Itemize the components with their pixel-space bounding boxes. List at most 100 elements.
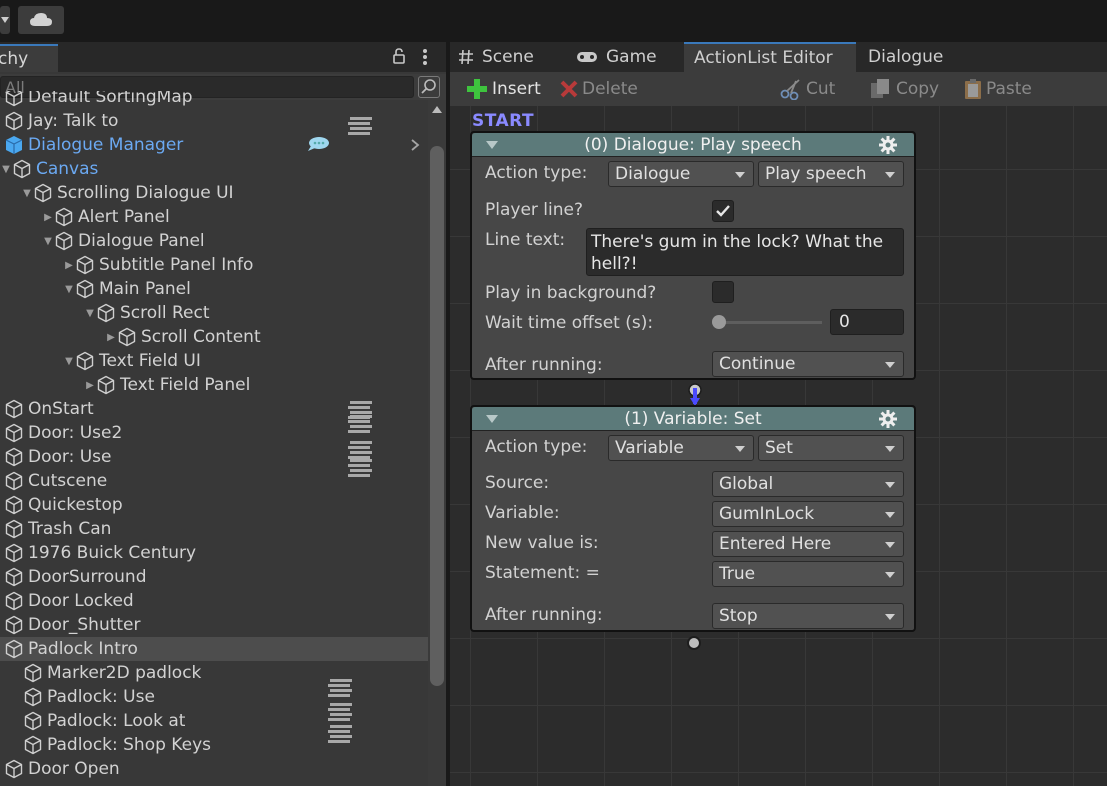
hierarchy-item[interactable]: ▼ Scrolling Dialogue UI — [0, 181, 428, 205]
wait-time-slider-track[interactable] — [718, 321, 822, 324]
delete-button[interactable]: Delete — [560, 76, 638, 102]
hierarchy-item[interactable]: ▼ Scroll Rect — [0, 301, 428, 325]
hierarchy-item[interactable]: Padlock: Shop Keys — [0, 725, 428, 757]
hierarchy-item[interactable]: Marker2D padlock — [0, 661, 428, 685]
gameobject-cube-icon — [4, 589, 24, 613]
hierarchy-item[interactable]: Padlock Intro — [0, 637, 428, 661]
hierarchy-item[interactable]: ▼ Canvas — [0, 157, 428, 181]
action-type-action-dropdown[interactable]: Set — [758, 435, 904, 461]
expand-arrow-down-icon[interactable]: ▼ — [42, 229, 54, 253]
copy-button[interactable]: Copy — [870, 76, 939, 102]
plus-icon — [466, 78, 488, 100]
tab-game[interactable]: Game — [576, 42, 682, 72]
hierarchy-item[interactable]: ▶ Text Field Panel — [0, 373, 428, 397]
hierarchy-item[interactable]: ▼ Main Panel — [0, 277, 428, 301]
paste-button[interactable]: Paste — [964, 76, 1032, 102]
hierarchy-item[interactable]: 1976 Buick Century — [0, 541, 428, 565]
actionlist-badge-icon — [348, 415, 374, 433]
hierarchy-item[interactable]: Trash Can — [0, 517, 428, 541]
player-line-label: Player line? — [485, 200, 584, 220]
hierarchy-item[interactable]: DoorSurround — [0, 565, 428, 589]
expand-arrow-down-icon[interactable]: ▼ — [84, 301, 96, 325]
gear-icon[interactable] — [878, 135, 898, 162]
hierarchy-item[interactable]: ▼ Text Field UI — [0, 349, 428, 373]
hierarchy-item-label: Door Open — [28, 759, 120, 779]
expand-arrow-down-icon[interactable]: ▼ — [63, 349, 75, 373]
statement-dropdown[interactable]: True — [712, 561, 904, 587]
hierarchy-scrollbar[interactable] — [428, 100, 446, 786]
gameobject-cube-icon — [96, 301, 116, 325]
hierarchy-item-label: Default SortingMap — [28, 91, 193, 107]
x-icon — [560, 80, 578, 98]
line-text-input[interactable]: There's gum in the lock? What the hell?! — [586, 228, 904, 276]
hierarchy-item[interactable]: ▶ Scroll Content — [0, 325, 428, 349]
expand-arrow-right-icon[interactable]: ▶ — [105, 325, 117, 349]
action-type-category-dropdown[interactable]: Dialogue — [608, 161, 754, 187]
node-header[interactable]: (1) Variable: Set — [472, 407, 914, 431]
expand-arrow-down-icon[interactable]: ▼ — [0, 157, 12, 181]
gameobject-cube-icon — [75, 349, 95, 373]
variable-dropdown[interactable]: GumInLock — [712, 501, 904, 527]
play-in-background-checkbox[interactable] — [712, 281, 734, 303]
hierarchy-item[interactable]: Padlock: Use — [0, 679, 428, 709]
layout-dropdown-button[interactable] — [0, 6, 10, 34]
gear-icon[interactable] — [878, 409, 898, 436]
source-dropdown[interactable]: Global — [712, 471, 904, 497]
hierarchy-item[interactable]: Dialogue Manager — [0, 133, 428, 157]
action-node-variable[interactable]: (1) Variable: Set Action type: Variable … — [470, 405, 916, 632]
hierarchy-item-label: Padlock: Shop Keys — [47, 735, 211, 755]
expand-arrow-right-icon[interactable]: ▶ — [42, 205, 54, 229]
tab-scene[interactable]: Scene — [458, 42, 576, 72]
scroll-thumb[interactable] — [430, 146, 444, 686]
action-type-category-dropdown[interactable]: Variable — [608, 435, 754, 461]
hierarchy-item-label: Padlock: Use — [47, 687, 155, 707]
expand-arrow-down-icon[interactable]: ▼ — [63, 277, 75, 301]
node-output-socket[interactable] — [687, 636, 701, 650]
action-node-dialogue[interactable]: (0) Dialogue: Play speech Action type: D… — [470, 131, 916, 380]
gameobject-cube-icon — [4, 541, 24, 565]
hierarchy-item-label: Dialogue Panel — [78, 231, 205, 251]
hierarchy-item[interactable]: Door_Shutter — [0, 613, 428, 637]
hierarchy-item[interactable]: ▶ Subtitle Panel Info — [0, 253, 428, 277]
actionlist-editor-panel: Scene Game ActionList Editor Dialogue In… — [450, 42, 1107, 786]
cut-button[interactable]: Cut — [780, 76, 835, 102]
cloud-button[interactable] — [18, 6, 64, 34]
after-running-dropdown[interactable]: Continue — [712, 351, 904, 377]
actionlist-badge-icon — [328, 725, 354, 743]
fold-triangle-icon[interactable] — [486, 141, 498, 149]
expand-arrow-right-icon[interactable]: ▶ — [84, 373, 96, 397]
hierarchy-item[interactable]: ▶ Alert Panel — [0, 205, 428, 229]
hierarchy-item[interactable]: Quickestop — [0, 493, 428, 517]
insert-button[interactable]: Insert — [466, 76, 541, 102]
gameobject-cube-icon — [23, 685, 43, 709]
expand-arrow-right-icon[interactable]: ▶ — [63, 253, 75, 277]
tab-hierarchy[interactable]: chy — [0, 44, 58, 72]
scroll-up-arrow-icon[interactable] — [432, 106, 442, 113]
hierarchy-item[interactable]: ▼ Dialogue Panel — [0, 229, 428, 253]
node-header[interactable]: (0) Dialogue: Play speech — [472, 133, 914, 157]
hierarchy-item[interactable]: Door Open — [0, 757, 428, 781]
insert-label: Insert — [492, 79, 541, 99]
hierarchy-item[interactable]: Default SortingMap — [0, 91, 428, 109]
action-type-label: Action type: — [485, 163, 588, 183]
wait-time-slider-knob[interactable] — [712, 315, 726, 329]
action-type-action-dropdown[interactable]: Play speech — [758, 161, 904, 187]
gameobject-cube-icon — [4, 613, 24, 637]
gameobject-cube-icon — [4, 397, 24, 421]
expand-arrow-down-icon[interactable]: ▼ — [21, 181, 33, 205]
fold-triangle-icon[interactable] — [486, 415, 498, 423]
wait-time-offset-input[interactable]: 0 — [830, 309, 904, 335]
after-running-label: After running: — [485, 605, 603, 625]
kebab-menu-icon[interactable] — [422, 48, 428, 71]
hierarchy-item[interactable]: Jay: Talk to — [0, 109, 428, 135]
new-value-dropdown[interactable]: Entered Here — [712, 531, 904, 557]
hierarchy-item[interactable]: Door Locked — [0, 589, 428, 613]
lock-icon[interactable] — [393, 48, 405, 69]
tab-dialogue[interactable]: Dialogue — [858, 42, 978, 72]
tab-actionlist-editor[interactable]: ActionList Editor — [684, 42, 856, 72]
hierarchy-item-label: 1976 Buick Century — [28, 543, 197, 563]
hierarchy-item[interactable]: Padlock: Look at — [0, 703, 428, 733]
hierarchy-item[interactable]: Cutscene — [0, 459, 428, 493]
after-running-dropdown[interactable]: Stop — [712, 603, 904, 629]
player-line-checkbox[interactable] — [712, 200, 734, 222]
